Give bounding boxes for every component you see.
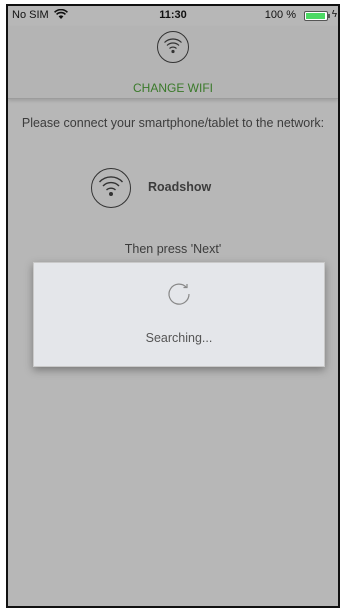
searching-label: Searching... bbox=[145, 331, 213, 345]
searching-dialog: Searching... bbox=[33, 262, 325, 367]
status-bar: No SIM 11:30 100 % ϟ bbox=[8, 6, 338, 26]
battery-percent: 100 % bbox=[264, 9, 296, 21]
wifi-circle-icon bbox=[91, 168, 131, 208]
battery-icon bbox=[304, 11, 330, 21]
instruction-text: Please connect your smartphone/tablet to… bbox=[21, 116, 325, 130]
network-row: Roadshow bbox=[90, 167, 270, 209]
next-hint-text: Then press 'Next' bbox=[124, 242, 222, 256]
phone-screen: No SIM 11:30 100 % ϟ CHANGE WIFI Please … bbox=[6, 4, 340, 608]
network-name: Roadshow bbox=[148, 180, 212, 194]
wifi-circle-icon bbox=[157, 31, 189, 63]
refresh-spinner-icon bbox=[168, 283, 190, 305]
charging-bolt-icon: ϟ bbox=[331, 9, 337, 20]
page-title: CHANGE WIFI bbox=[133, 81, 213, 95]
battery-fill bbox=[306, 13, 326, 19]
header: CHANGE WIFI bbox=[8, 26, 338, 99]
